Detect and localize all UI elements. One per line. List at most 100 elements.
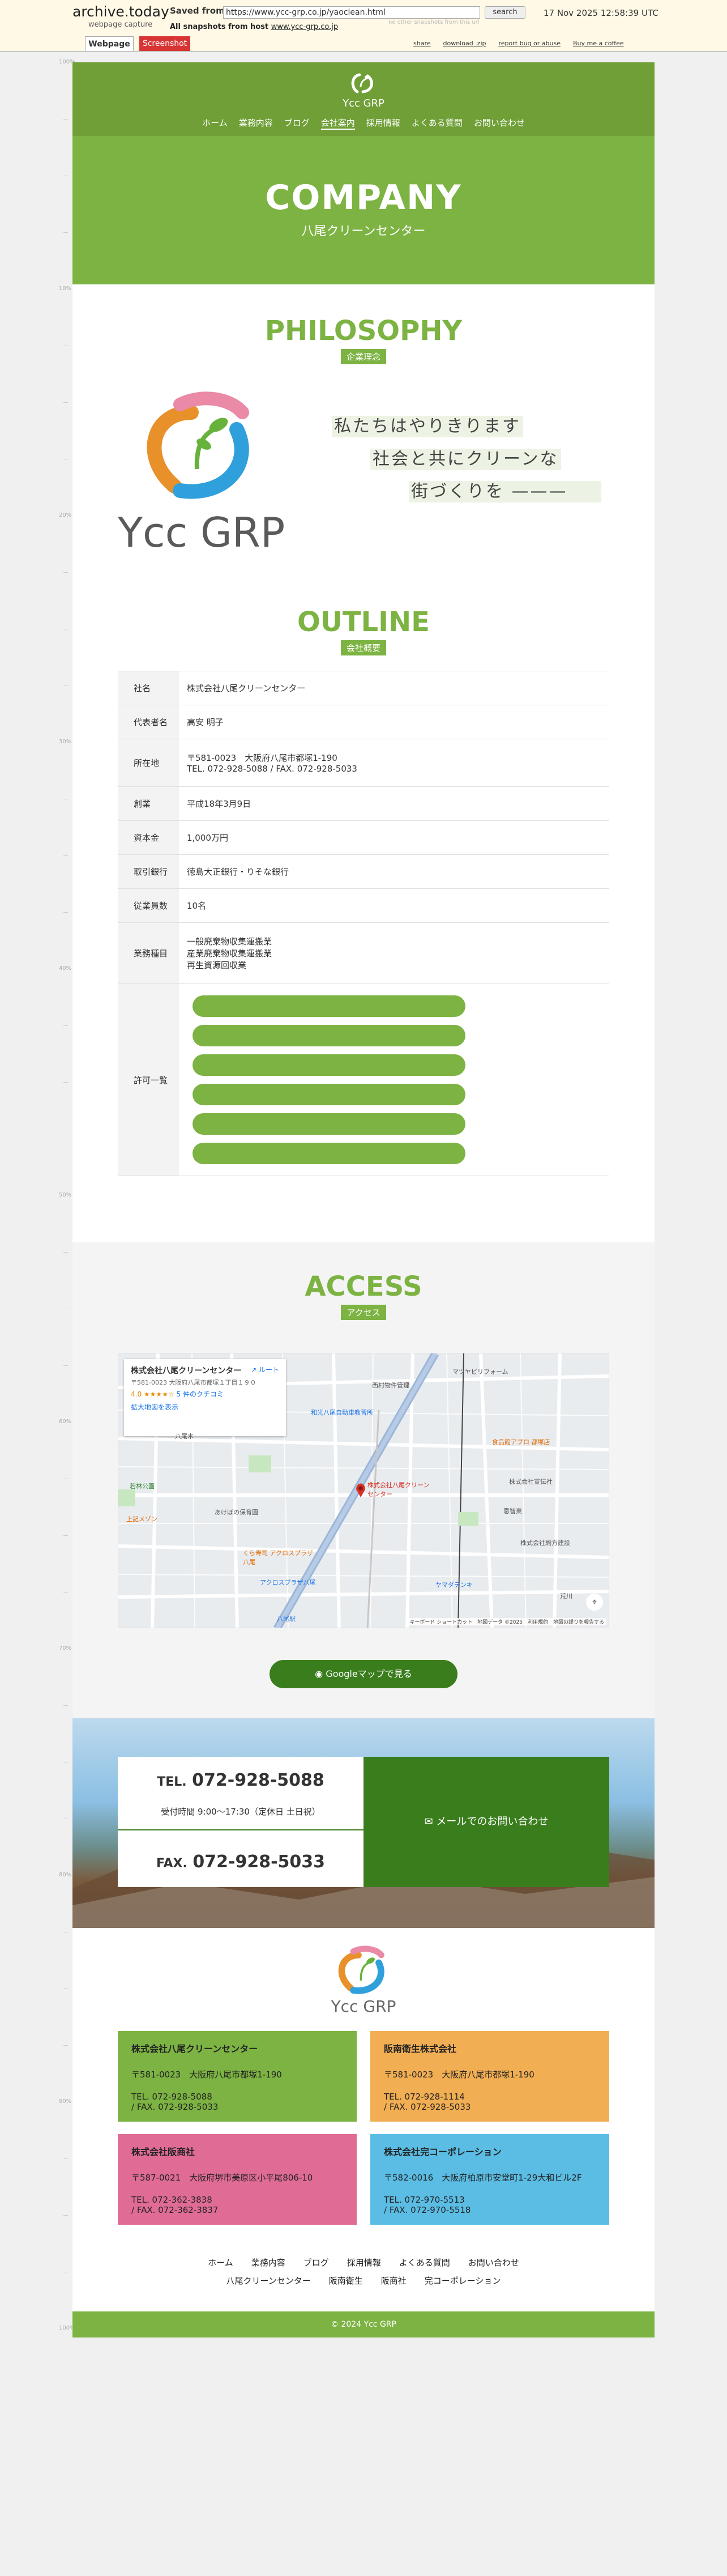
map-reviews-link[interactable]: 5 件のクチコミ: [177, 1390, 224, 1398]
ycc-logo-icon[interactable]: [347, 70, 379, 96]
license-button[interactable]: [193, 1084, 465, 1105]
ycc-swirl-icon-small: [338, 1945, 384, 1994]
outline-value: 1,000万円: [179, 820, 609, 855]
outline-value: 一般廃棄物収集運搬業 産業廃棄物収集運搬業 再生資源回収業: [179, 922, 609, 984]
share-link[interactable]: share: [413, 40, 431, 47]
footer-nav-home[interactable]: ホーム: [208, 2256, 233, 2268]
tab-webpage[interactable]: Webpage: [85, 36, 134, 51]
footer-nav-yao[interactable]: 八尾クリーンセンター: [226, 2275, 311, 2287]
nav-blog[interactable]: ブログ: [284, 117, 310, 130]
ruler-tick: [63, 572, 68, 573]
business-hours: 受付時間 9:00〜17:30（定休日 土日祝）: [161, 1807, 320, 1817]
company-tel: TEL. 072-970-5513: [384, 2195, 465, 2205]
company-outline-table: 社名 株式会社八尾クリーンセンター 代表者名 高安 明子 所在地 〒581-0023 大阪…: [118, 671, 609, 1176]
outline-key: 許可一覧: [118, 983, 179, 1176]
outline-row: 従業員数 10名: [118, 888, 609, 923]
map-label-14: 株式会社駒方建設: [520, 1539, 570, 1547]
company-card[interactable]: 株式会社阪商社 〒587-0021 大阪府堺市美原区小平尾806-10 TEL. 0…: [118, 2134, 357, 2225]
tel-label: TEL.: [157, 1775, 187, 1789]
map-zoom-control[interactable]: ⌖: [586, 1594, 603, 1611]
report-bug-link[interactable]: report bug or abuse: [499, 40, 561, 47]
footer-nav-hanshosha[interactable]: 阪商社: [381, 2275, 407, 2287]
company-card[interactable]: 株式会社完コーポレーション 〒582-0016 大阪府柏原市安堂町1-29大和ビル…: [370, 2134, 609, 2225]
map-label-10: アクロスプラザ八尾: [260, 1579, 316, 1586]
nav-services[interactable]: 業務内容: [239, 117, 273, 130]
google-map[interactable]: 株式会社八尾クリーンセンター 〒581-0023 大阪府八尾市都塚１丁目１９０ …: [118, 1353, 609, 1628]
license-button[interactable]: [193, 1143, 465, 1164]
access-section: ACCESS アクセス 株式会社八尾クリーンセンター 〒581-0023 大阪府…: [72, 1242, 655, 1718]
footer-nav-faq[interactable]: よくある質問: [399, 2256, 450, 2268]
search-button[interactable]: search: [485, 6, 525, 19]
outline-row: 社名 株式会社八尾クリーンセンター: [118, 671, 609, 705]
philosophy-line-2: 社会と共にクリーンな: [370, 449, 561, 470]
license-button[interactable]: [193, 1054, 465, 1076]
outline-value: 株式会社八尾クリーンセンター: [179, 671, 609, 705]
saved-from-label: Saved from: [170, 6, 225, 16]
nav-home[interactable]: ホーム: [202, 117, 228, 130]
nav-contact[interactable]: お問い合わせ: [474, 117, 525, 130]
nav-faq[interactable]: よくある質問: [412, 117, 463, 130]
map-larger-link[interactable]: 拡大地図を表示: [131, 1402, 279, 1412]
outline-key: 創業: [118, 786, 179, 821]
map-route-link[interactable]: ↗ ルート: [251, 1365, 279, 1374]
company-name: 株式会社完コーポレーション: [384, 2147, 502, 2157]
footer-logo[interactable]: Ycc GRP: [324, 1945, 403, 2019]
nav-recruit[interactable]: 採用情報: [366, 117, 400, 130]
ruler-label: 50%: [59, 1192, 72, 1198]
buy-coffee-link[interactable]: Buy me a coffee: [573, 40, 624, 47]
map-place-rating: 4.0 ★★★★☆ 5 件のクチコミ: [131, 1389, 279, 1399]
nav-company[interactable]: 会社案内: [320, 117, 355, 130]
footer-nav-blog[interactable]: ブログ: [303, 2256, 329, 2268]
mail-contact-button[interactable]: ✉ メールでのお問い合わせ: [364, 1757, 609, 1887]
ruler-tick: [63, 1705, 68, 1706]
footer-nav-kan[interactable]: 完コーポレーション: [425, 2275, 501, 2287]
map-label-17: 荒川: [560, 1593, 572, 1600]
google-maps-button[interactable]: ◉ Googleマップで見る: [270, 1660, 457, 1688]
ruler-tick: [63, 1365, 68, 1366]
company-tel: TEL. 072-928-1114: [384, 2092, 465, 2102]
company-fax: / FAX. 072-362-3837: [131, 2205, 219, 2215]
footer-nav-services[interactable]: 業務内容: [251, 2256, 285, 2268]
footer-nav-recruit[interactable]: 採用情報: [347, 2256, 381, 2268]
outline-key: 所在地: [118, 739, 179, 787]
license-button[interactable]: [193, 1025, 465, 1046]
archive-actions: share download .zip report bug or abuse …: [413, 40, 624, 47]
host-link[interactable]: www.ycc-grp.co.jp: [271, 23, 338, 31]
company-card[interactable]: 株式会社八尾クリーンセンター 〒581-0023 大阪府八尾市都塚1-190 TEL…: [118, 2031, 357, 2122]
ruler-tick: [63, 1592, 68, 1593]
license-list: [179, 983, 609, 1176]
company-fax: / FAX. 072-928-5033: [131, 2102, 219, 2112]
company-address: 〒587-0021 大阪府堺市美原区小平尾806-10: [131, 2173, 313, 2183]
tel-number[interactable]: 072-928-5088: [192, 1770, 324, 1790]
hero-subtitle: 八尾クリーンセンター: [301, 224, 426, 239]
map-label-13: 株式会社宣伝社: [509, 1478, 553, 1485]
map-place-card: 株式会社八尾クリーンセンター 〒581-0023 大阪府八尾市都塚１丁目１９０ …: [124, 1359, 286, 1436]
no-other-snapshots: no other snapshots from this url: [388, 19, 480, 25]
ruler-tick: [63, 1252, 68, 1253]
outline-value-line: TEL. 072-928-5088 / FAX. 072-928-5033: [187, 764, 357, 774]
url-input[interactable]: https://www.ycc-grp.co.jp/yaoclean.html: [223, 6, 480, 19]
license-button[interactable]: [193, 1113, 465, 1135]
license-button[interactable]: [193, 995, 465, 1017]
footer-nav-contact[interactable]: お問い合わせ: [468, 2256, 519, 2268]
archive-logo[interactable]: archive.today: [72, 3, 169, 20]
company-name: 株式会社阪商社: [131, 2147, 195, 2157]
access-title: ACCESS: [305, 1271, 422, 1302]
fax-number: 072-928-5033: [193, 1852, 326, 1872]
download-zip-link[interactable]: download .zip: [443, 40, 486, 47]
snapshot-date: 17 Nov 2025 12:58:39 UTC: [544, 8, 658, 18]
map-rating-value: 4.0 ★★★★☆: [131, 1390, 174, 1398]
outline-value: 10名: [179, 888, 609, 923]
mail-contact-label: メールでのお問い合わせ: [436, 1816, 549, 1828]
footer-logo-text: Ycc GRP: [331, 1997, 396, 2016]
ruler-label: 70%: [59, 1645, 72, 1651]
outline-row: 取引銀行 徳島大正銀行・りそな銀行: [118, 854, 609, 889]
company-card[interactable]: 阪南衛生株式会社 〒581-0023 大阪府八尾市都塚1-190 TEL. 072-…: [370, 2031, 609, 2122]
site-header: Ycc GRP ホーム 業務内容 ブログ 会社案内 採用情報 よくある質問 お問…: [72, 62, 655, 136]
footer-nav-hannan[interactable]: 阪南衛生: [329, 2275, 363, 2287]
tab-screenshot[interactable]: Screenshot: [139, 36, 190, 51]
map-label-9: くら寿司 アクロスプラザ八尾: [243, 1549, 313, 1566]
outline-key: 業務種目: [118, 922, 179, 984]
company-fax: / FAX. 072-928-5033: [384, 2102, 471, 2112]
company-name: 株式会社八尾クリーンセンター: [131, 2043, 258, 2054]
